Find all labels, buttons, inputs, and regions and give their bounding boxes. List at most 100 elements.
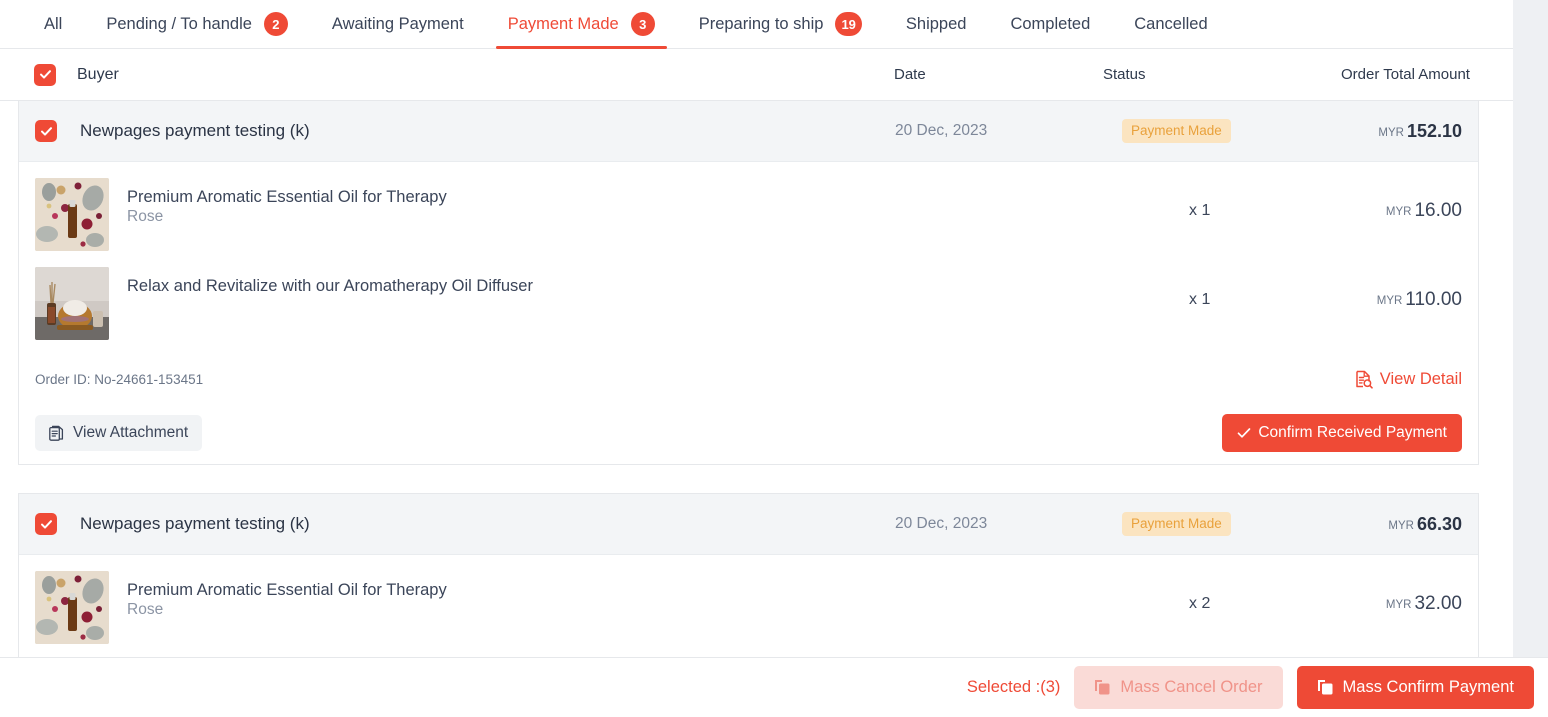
bulk-action-bar: Selected :(3) Mass Cancel Order Mass Con… (0, 657, 1548, 717)
product-info: Relax and Revitalize with our Aromathera… (127, 267, 533, 297)
view-attachment-label: View Attachment (73, 424, 189, 441)
check-icon (40, 519, 52, 529)
amount-value: 152.10 (1406, 120, 1462, 141)
tab-label: All (44, 14, 63, 33)
order-date: 20 Dec, 2023 (895, 515, 988, 532)
product-variant: Rose (127, 208, 164, 226)
tab-label: Pending / To handle (106, 14, 252, 33)
price-value: 16.00 (1414, 200, 1462, 221)
table-column-header: Buyer Date Status Order Total Amount (0, 49, 1513, 101)
tab-label: Completed (1010, 14, 1091, 33)
product-quantity: x 1 (1189, 291, 1211, 308)
tab-label: Payment Made (507, 14, 619, 33)
select-all-checkbox[interactable] (34, 63, 56, 86)
tab-shipped[interactable]: Shipped (884, 0, 989, 49)
mass-confirm-payment-button[interactable]: Mass Confirm Payment (1296, 666, 1534, 709)
tab-badge-count: 3 (630, 12, 655, 36)
column-date: Date (894, 66, 926, 83)
order-header-row: Newpages payment testing (k) 20 Dec, 202… (19, 494, 1478, 555)
order-item[interactable]: Relax and Revitalize with our Aromathera… (19, 267, 1478, 356)
order-header-row: Newpages payment testing (k) 20 Dec, 202… (19, 101, 1478, 162)
order-total-amount: MYR 152.10 (1378, 121, 1462, 142)
status-badge: Payment Made (1122, 511, 1231, 537)
product-price: MYR 32.00 (1386, 593, 1462, 615)
status-badge: Payment Made (1122, 118, 1231, 144)
confirm-received-payment-button[interactable]: Confirm Received Payment (1222, 414, 1462, 452)
tab-cancelled[interactable]: Cancelled (1112, 0, 1229, 49)
tab-preparing-to-ship[interactable]: Preparing to ship 19 (677, 0, 884, 49)
column-buyer: Buyer (77, 65, 119, 83)
tab-label: Preparing to ship (698, 14, 824, 33)
tab-pending-to-handle[interactable]: Pending / To handle 2 (84, 0, 310, 49)
order-card: Newpages payment testing (k) 20 Dec, 202… (18, 101, 1479, 465)
price-value: 110.00 (1405, 289, 1462, 310)
order-select-checkbox[interactable] (35, 513, 57, 535)
tab-label: Cancelled (1134, 14, 1208, 33)
order-date: 20 Dec, 2023 (895, 122, 988, 139)
tab-badge-count: 2 (263, 12, 288, 36)
order-items: Premium Aromatic Essential Oil for Thera… (19, 555, 1478, 660)
check-icon (40, 126, 52, 136)
currency-code: MYR (1385, 206, 1412, 218)
product-thumbnail (35, 267, 109, 340)
essential-oil-flatlay-image (35, 571, 109, 644)
document-search-icon (1356, 370, 1373, 389)
page-gutter (1513, 0, 1548, 717)
oil-diffuser-photo-image (35, 267, 109, 340)
order-total-amount: MYR 66.30 (1388, 514, 1462, 535)
product-price: MYR 16.00 (1386, 200, 1462, 222)
product-price: MYR 110.00 (1377, 289, 1462, 311)
tab-all[interactable]: All (22, 0, 84, 49)
order-buyer-name: Newpages payment testing (k) (80, 514, 310, 533)
mass-confirm-payment-label: Mass Confirm Payment (1342, 678, 1514, 696)
order-actions-row: View Attachment Confirm Received Payment (19, 402, 1478, 464)
essential-oil-flatlay-image (35, 178, 109, 251)
mass-cancel-order-button[interactable]: Mass Cancel Order (1074, 666, 1283, 709)
check-icon (1237, 428, 1251, 438)
product-thumbnail (35, 178, 109, 251)
check-icon (39, 70, 51, 79)
orders-page: All Pending / To handle 2 Awaiting Payme… (0, 0, 1548, 717)
order-id: Order ID: No-24661-153451 (35, 371, 204, 387)
product-info: Premium Aromatic Essential Oil for Thera… (127, 178, 447, 226)
order-item[interactable]: Premium Aromatic Essential Oil for Thera… (19, 162, 1478, 267)
order-buyer-name: Newpages payment testing (k) (80, 121, 310, 140)
order-meta-row: Order ID: No-24661-153451 View Detail (19, 356, 1478, 402)
copy-stack-icon (1317, 680, 1333, 695)
column-status: Status (1103, 66, 1146, 83)
currency-code: MYR (1378, 126, 1404, 139)
currency-code: MYR (1385, 599, 1412, 611)
amount-value: 66.30 (1416, 513, 1462, 534)
price-value: 32.00 (1414, 593, 1462, 614)
view-detail-label: View Detail (1379, 369, 1462, 388)
orders-panel: All Pending / To handle 2 Awaiting Payme… (0, 0, 1513, 717)
product-quantity: x 2 (1189, 595, 1211, 612)
product-variant: Rose (127, 601, 164, 619)
copy-stack-icon (1095, 680, 1110, 695)
tab-label: Shipped (905, 14, 967, 33)
order-select-checkbox[interactable] (35, 120, 57, 142)
selected-count-label: Selected :(3) (966, 678, 1061, 696)
order-item[interactable]: Premium Aromatic Essential Oil for Thera… (19, 555, 1478, 660)
tab-badge-count: 19 (835, 12, 862, 36)
product-thumbnail (35, 571, 109, 644)
product-name: Premium Aromatic Essential Oil for Thera… (127, 581, 447, 599)
currency-code: MYR (1388, 519, 1414, 532)
view-attachment-button[interactable]: View Attachment (35, 415, 203, 451)
order-status-tabs: All Pending / To handle 2 Awaiting Payme… (0, 0, 1513, 49)
tab-payment-made[interactable]: Payment Made 3 (486, 0, 677, 49)
confirm-received-payment-label: Confirm Received Payment (1258, 424, 1447, 441)
order-items: Premium Aromatic Essential Oil for Thera… (19, 162, 1478, 356)
product-name: Premium Aromatic Essential Oil for Thera… (127, 188, 447, 206)
tab-completed[interactable]: Completed (988, 0, 1112, 49)
product-name: Relax and Revitalize with our Aromathera… (127, 277, 533, 295)
column-order-total: Order Total Amount (1341, 66, 1470, 83)
tab-label: Awaiting Payment (331, 14, 464, 33)
mass-cancel-order-label: Mass Cancel Order (1120, 678, 1263, 696)
tab-awaiting-payment[interactable]: Awaiting Payment (310, 0, 486, 49)
currency-code: MYR (1376, 295, 1403, 307)
orders-list: Newpages payment testing (k) 20 Dec, 202… (0, 101, 1513, 661)
product-quantity: x 1 (1189, 202, 1211, 219)
order-card: Newpages payment testing (k) 20 Dec, 202… (18, 493, 1479, 661)
view-detail-link[interactable]: View Detail (1354, 370, 1462, 389)
